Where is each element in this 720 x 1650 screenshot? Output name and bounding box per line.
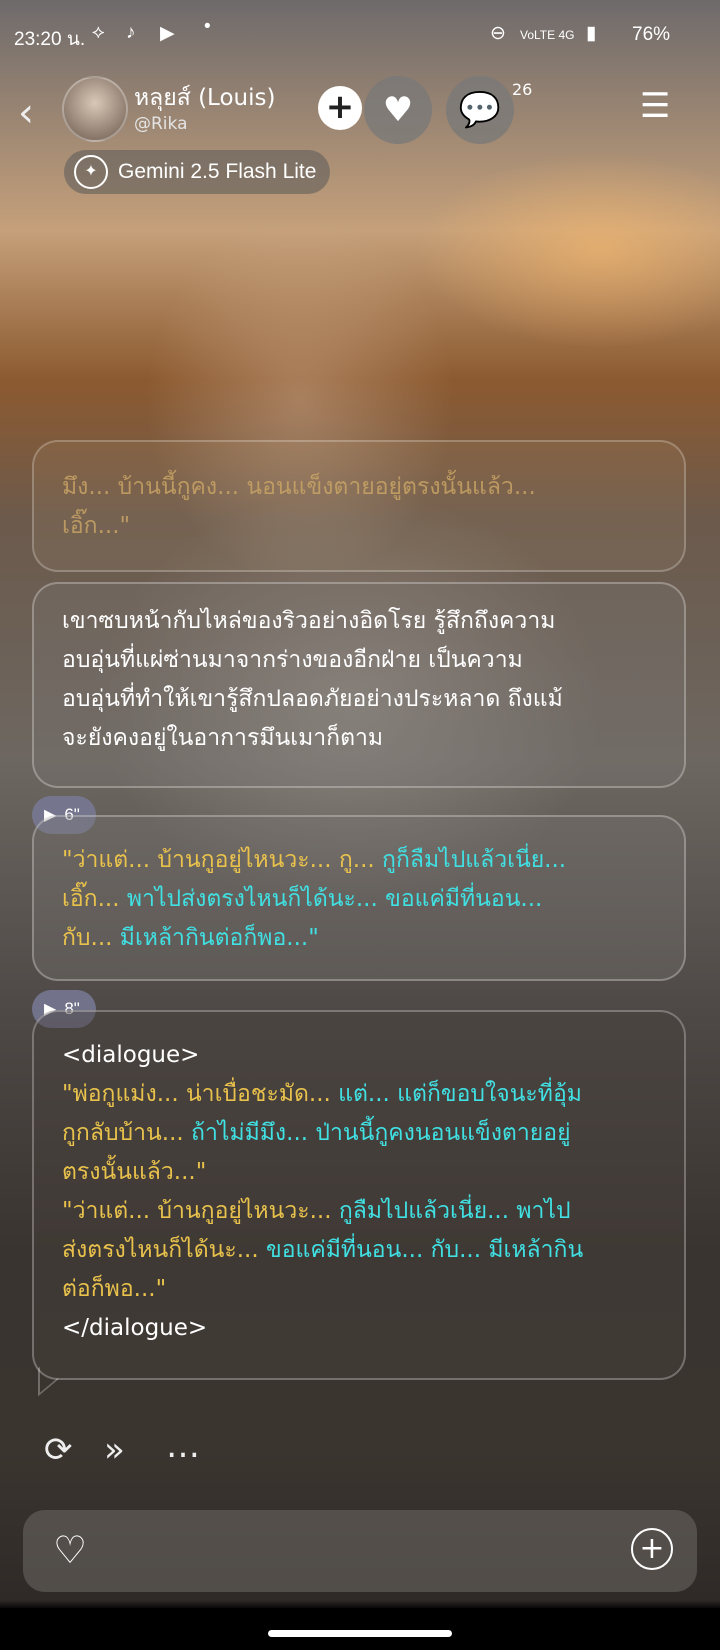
network-label: VoLTE 4G: [520, 28, 575, 42]
back-icon[interactable]: ‹: [18, 90, 34, 136]
tiktok-icon: ♪: [126, 22, 136, 43]
plus-circle-icon[interactable]: +: [631, 1528, 673, 1570]
latest-message: <dialogue> "พ่อกูแม่ง... น่าเบื่อชะมัด..…: [32, 1010, 686, 1380]
narration-line: อบอุ่นที่แผ่ซ่านมาจากร่างของอีกฝ่าย เป็น…: [62, 647, 523, 673]
model-selector[interactable]: ✦ Gemini 2.5 Flash Lite: [64, 150, 331, 194]
model-icon: ✦: [74, 155, 108, 189]
previous-line: เอิ๊ก...": [62, 513, 131, 539]
list-menu-icon[interactable]: ☰: [640, 86, 670, 126]
avatar[interactable]: [62, 76, 128, 142]
narration-line: จะยังคงอยู่ในอาการมึนเมาก็ตาม: [62, 725, 384, 751]
dialogue-line: "ว่าแต่... บ้านกูอยู่ไหนวะ... กูลืมไปแล้…: [62, 1198, 571, 1224]
dot-icon: •: [204, 16, 211, 37]
dialogue-tag: </dialogue>: [62, 1315, 208, 1341]
lightbulb-icon[interactable]: ♡: [53, 1528, 87, 1572]
narration-message: เขาซบหน้ากับไหล่ของริวอย่างอิดโรย รู้สึก…: [32, 582, 686, 788]
speech-bubble-icon: 💬: [458, 90, 502, 130]
model-name: Gemini 2.5 Flash Lite: [118, 160, 317, 183]
ellipsis-icon[interactable]: …: [166, 1426, 200, 1466]
dialogue-tag: <dialogue>: [62, 1042, 200, 1068]
battery-icon: ▮: [586, 23, 597, 44]
dialogue-message: "ว่าแต่... บ้านกูอยู่ไหนวะ... กู... กูก็…: [32, 815, 686, 981]
dialogue-line: "ว่าแต่... บ้านกูอยู่ไหนวะ... กู... กูก็…: [62, 847, 567, 873]
battery-percent: 76%: [632, 24, 671, 45]
dialogue-line: ส่งตรงไหนก็ได้นะ... ขอแค่มีที่นอน... กับ…: [62, 1237, 584, 1263]
previous-message: มึง... บ้านนี้กูคง... นอนแข็งตายอยู่ตรงน…: [32, 440, 686, 572]
narration-line: อบอุ่นที่ทำให้เขารู้สึกปลอดภัยอย่างประหล…: [62, 686, 563, 712]
comment-count: 26: [512, 80, 533, 99]
status-time: 23:20 น.: [14, 29, 86, 50]
dialogue-line: เอิ๊ก... พาไปส่งตรงไหนก็ได้นะ... ขอแค่มี…: [62, 886, 543, 912]
dialogue-line: "พ่อกูแม่ง... น่าเบื่อชะมัด... แต่... แต…: [62, 1081, 582, 1107]
status-bar: 23:20 น. ⟡ ♪ ▶ • ⊖ VoLTE 4G ▮ 76%: [0, 0, 720, 72]
refresh-icon[interactable]: ⟳: [44, 1430, 73, 1470]
dialogue-line: กูกลับบ้าน... ถ้าไม่มีมึง... ป่านนี้กูคง…: [62, 1120, 571, 1146]
heart-icon: ♥: [382, 90, 414, 130]
app-notification-icon: ⟡: [92, 22, 105, 43]
message-input-bar[interactable]: ♡ +: [23, 1510, 697, 1592]
dialogue-line: กับ... มีเหล้ากินต่อก็พอ...": [62, 925, 319, 951]
youtube-icon: ▶: [160, 23, 175, 44]
character-name[interactable]: หลุยส์ (Louis): [134, 80, 275, 116]
dnd-icon: ⊖: [490, 23, 506, 44]
system-navigation-bar: [0, 1608, 720, 1650]
fast-forward-icon[interactable]: »: [104, 1430, 125, 1470]
home-handle[interactable]: [268, 1630, 452, 1637]
like-button[interactable]: ♥: [364, 76, 432, 144]
follow-button[interactable]: +: [318, 86, 362, 130]
dialogue-line: ตรงนั้นแล้ว...": [62, 1159, 207, 1185]
narration-line: เขาซบหน้ากับไหล่ของริวอย่างอิดโรย รู้สึก…: [62, 608, 556, 634]
character-handle[interactable]: @Rika: [134, 114, 188, 134]
dialogue-line: ต่อก็พอ...": [62, 1276, 167, 1302]
previous-line: มึง... บ้านนี้กูคง... นอนแข็งตายอยู่ตรงน…: [62, 474, 536, 500]
comments-button[interactable]: 💬: [446, 76, 514, 144]
